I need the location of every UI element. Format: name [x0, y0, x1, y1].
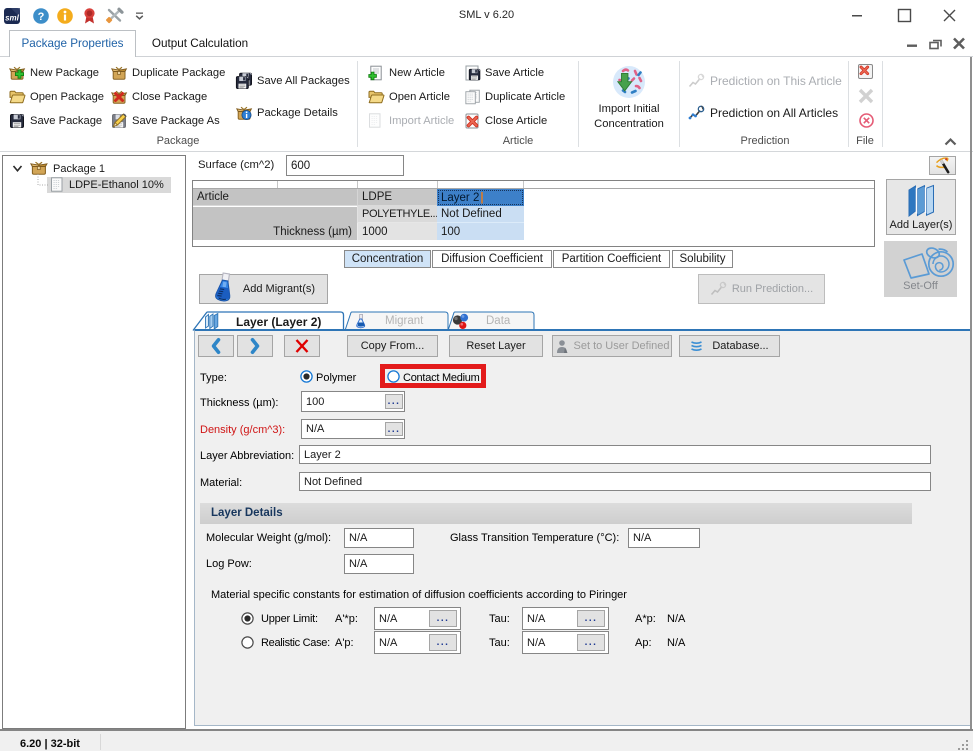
svg-text:?: ? [38, 11, 45, 23]
svg-text:sml: sml [5, 14, 20, 23]
